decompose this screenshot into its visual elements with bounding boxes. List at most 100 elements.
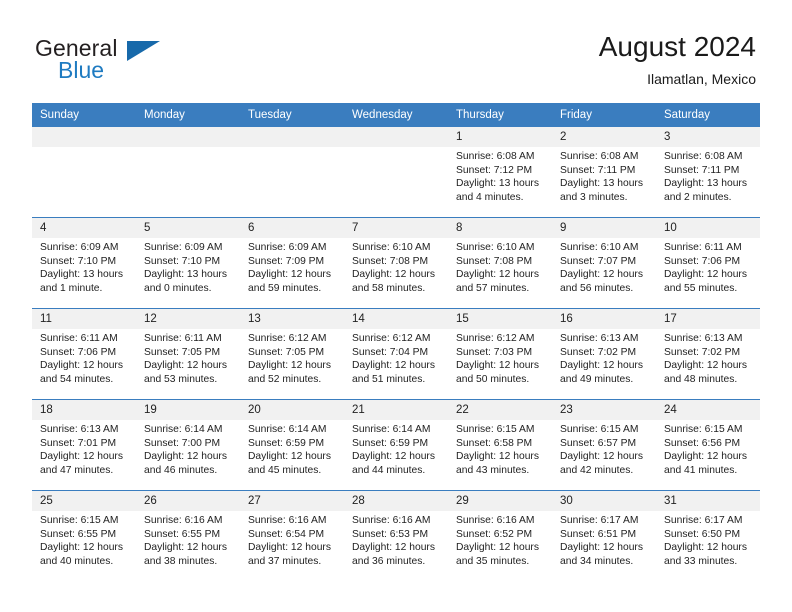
sunset-time: Sunset: 7:10 PM: [40, 255, 117, 267]
sunrise-time: Sunrise: 6:15 AM: [456, 424, 535, 435]
day-number: 16: [552, 309, 656, 329]
calendar-cell-inner: [344, 127, 448, 217]
day-number: 15: [448, 309, 552, 329]
sunset-time: Sunset: 7:10 PM: [144, 255, 221, 267]
sunset-time: Sunset: 7:06 PM: [40, 346, 117, 358]
calendar-day-cell[interactable]: 15 Sunrise: 6:12 AM Sunset: 7:03 PM Dayligh…: [448, 308, 552, 400]
daylight-duration-line1: Daylight: 12 hours: [352, 542, 435, 554]
sunset-time: Sunset: 7:08 PM: [456, 255, 533, 267]
calendar-cell-inner: 24 Sunrise: 6:15 AM Sunset: 6:56 PM Dayligh…: [656, 400, 760, 490]
calendar-day-cell[interactable]: 18 Sunrise: 6:13 AM Sunset: 7:01 PM Dayligh…: [32, 399, 136, 491]
day-number: 4: [32, 218, 136, 238]
day-details: Sunrise: 6:12 AM Sunset: 7:03 PM Daylight:…: [448, 329, 552, 386]
sunset-time: Sunset: 7:04 PM: [352, 346, 429, 358]
sunrise-time: Sunrise: 6:09 AM: [144, 242, 223, 253]
sunset-time: Sunset: 7:07 PM: [560, 255, 637, 267]
daylight-duration-line1: Daylight: 12 hours: [560, 360, 643, 372]
sunrise-time: Sunrise: 6:11 AM: [664, 242, 742, 253]
calendar-day-cell[interactable]: 7 Sunrise: 6:10 AM Sunset: 7:08 PM Daylight…: [344, 217, 448, 309]
day-details: Sunrise: 6:09 AM Sunset: 7:10 PM Daylight:…: [136, 238, 240, 295]
day-details: Sunrise: 6:15 AM Sunset: 6:56 PM Daylight:…: [656, 420, 760, 477]
day-number: 23: [552, 400, 656, 420]
daylight-duration-line2: and 54 minutes.: [40, 373, 114, 385]
day-details: Sunrise: 6:08 AM Sunset: 7:12 PM Daylight:…: [448, 147, 552, 204]
calendar-day-cell[interactable]: 23 Sunrise: 6:15 AM Sunset: 6:57 PM Dayligh…: [552, 399, 656, 491]
day-number: 3: [656, 127, 760, 147]
day-number: 18: [32, 400, 136, 420]
calendar-day-cell[interactable]: 11 Sunrise: 6:11 AM Sunset: 7:06 PM Dayligh…: [32, 308, 136, 400]
sunset-time: Sunset: 7:01 PM: [40, 437, 117, 449]
calendar-cell-empty: [32, 127, 136, 218]
daylight-duration-line1: Daylight: 12 hours: [40, 451, 123, 463]
weekday-header-wednesday: Wednesday: [344, 103, 448, 127]
calendar-day-cell[interactable]: 6 Sunrise: 6:09 AM Sunset: 7:09 PM Daylight…: [240, 217, 344, 309]
day-details: Sunrise: 6:09 AM Sunset: 7:10 PM Daylight:…: [32, 238, 136, 295]
daylight-duration-line2: and 4 minutes.: [456, 191, 524, 203]
day-details: Sunrise: 6:12 AM Sunset: 7:04 PM Daylight:…: [344, 329, 448, 386]
calendar-day-cell[interactable]: 1 Sunrise: 6:08 AM Sunset: 7:12 PM Daylight…: [448, 127, 552, 218]
weekday-header-saturday: Saturday: [656, 103, 760, 127]
calendar-day-cell[interactable]: 9 Sunrise: 6:10 AM Sunset: 7:07 PM Daylight…: [552, 217, 656, 309]
day-number: 19: [136, 400, 240, 420]
calendar-day-cell[interactable]: 22 Sunrise: 6:15 AM Sunset: 6:58 PM Dayligh…: [448, 399, 552, 491]
calendar-cell-inner: 18 Sunrise: 6:13 AM Sunset: 7:01 PM Dayligh…: [32, 400, 136, 490]
calendar-day-cell[interactable]: 2 Sunrise: 6:08 AM Sunset: 7:11 PM Daylight…: [552, 127, 656, 218]
sunset-time: Sunset: 7:12 PM: [456, 164, 533, 176]
calendar-day-cell[interactable]: 31 Sunrise: 6:17 AM Sunset: 6:50 PM Dayligh…: [656, 490, 760, 581]
daylight-duration-line1: Daylight: 12 hours: [664, 269, 747, 281]
daylight-duration-line2: and 40 minutes.: [40, 555, 114, 567]
calendar-table: Sunday Monday Tuesday Wednesday Thursday…: [32, 103, 760, 581]
calendar-day-cell[interactable]: 21 Sunrise: 6:14 AM Sunset: 6:59 PM Dayligh…: [344, 399, 448, 491]
sunrise-time: Sunrise: 6:15 AM: [40, 515, 119, 526]
calendar-day-cell[interactable]: 13 Sunrise: 6:12 AM Sunset: 7:05 PM Dayligh…: [240, 308, 344, 400]
calendar-day-cell[interactable]: 4 Sunrise: 6:09 AM Sunset: 7:10 PM Daylight…: [32, 217, 136, 309]
sunrise-time: Sunrise: 6:12 AM: [352, 333, 431, 344]
sunrise-time: Sunrise: 6:14 AM: [352, 424, 431, 435]
calendar-day-cell[interactable]: 28 Sunrise: 6:16 AM Sunset: 6:53 PM Dayligh…: [344, 490, 448, 581]
day-number: 1: [448, 127, 552, 147]
daylight-duration-line1: Daylight: 12 hours: [248, 542, 331, 554]
calendar-day-cell[interactable]: 8 Sunrise: 6:10 AM Sunset: 7:08 PM Daylight…: [448, 217, 552, 309]
calendar-day-cell[interactable]: 5 Sunrise: 6:09 AM Sunset: 7:10 PM Daylight…: [136, 217, 240, 309]
day-number: 21: [344, 400, 448, 420]
calendar-day-cell[interactable]: 16 Sunrise: 6:13 AM Sunset: 7:02 PM Dayligh…: [552, 308, 656, 400]
calendar-cell-inner: 26 Sunrise: 6:16 AM Sunset: 6:55 PM Dayligh…: [136, 491, 240, 581]
daylight-duration-line1: Daylight: 13 hours: [456, 178, 539, 190]
daylight-duration-line1: Daylight: 13 hours: [144, 269, 227, 281]
weekday-header-tuesday: Tuesday: [240, 103, 344, 127]
day-details: Sunrise: 6:15 AM Sunset: 6:58 PM Daylight:…: [448, 420, 552, 477]
calendar-day-cell[interactable]: 10 Sunrise: 6:11 AM Sunset: 7:06 PM Dayligh…: [656, 217, 760, 309]
calendar-day-cell[interactable]: 25 Sunrise: 6:15 AM Sunset: 6:55 PM Dayligh…: [32, 490, 136, 581]
sunrise-time: Sunrise: 6:10 AM: [456, 242, 535, 253]
day-number: 11: [32, 309, 136, 329]
calendar-day-cell[interactable]: 27 Sunrise: 6:16 AM Sunset: 6:54 PM Dayligh…: [240, 490, 344, 581]
calendar-day-cell[interactable]: 26 Sunrise: 6:16 AM Sunset: 6:55 PM Dayligh…: [136, 490, 240, 581]
brand-logo[interactable]: General Blue: [35, 36, 255, 92]
calendar-day-cell[interactable]: 3 Sunrise: 6:08 AM Sunset: 7:11 PM Daylight…: [656, 127, 760, 218]
daylight-duration-line2: and 59 minutes.: [248, 282, 322, 294]
calendar-day-cell[interactable]: 20 Sunrise: 6:14 AM Sunset: 6:59 PM Dayligh…: [240, 399, 344, 491]
day-details: Sunrise: 6:16 AM Sunset: 6:53 PM Daylight:…: [344, 511, 448, 568]
calendar-day-cell[interactable]: 17 Sunrise: 6:13 AM Sunset: 7:02 PM Dayligh…: [656, 308, 760, 400]
daylight-duration-line2: and 43 minutes.: [456, 464, 530, 476]
sunrise-time: Sunrise: 6:08 AM: [456, 151, 535, 162]
day-details: Sunrise: 6:08 AM Sunset: 7:11 PM Daylight:…: [656, 147, 760, 204]
daylight-duration-line1: Daylight: 12 hours: [352, 451, 435, 463]
sunset-time: Sunset: 6:56 PM: [664, 437, 741, 449]
daylight-duration-line1: Daylight: 12 hours: [40, 542, 123, 554]
calendar-day-cell[interactable]: 30 Sunrise: 6:17 AM Sunset: 6:51 PM Dayligh…: [552, 490, 656, 581]
sunrise-time: Sunrise: 6:11 AM: [40, 333, 118, 344]
day-details: Sunrise: 6:13 AM Sunset: 7:02 PM Daylight:…: [656, 329, 760, 386]
calendar-cell-inner: 15 Sunrise: 6:12 AM Sunset: 7:03 PM Dayligh…: [448, 309, 552, 399]
daylight-duration-line2: and 34 minutes.: [560, 555, 634, 567]
calendar-cell-inner: 27 Sunrise: 6:16 AM Sunset: 6:54 PM Dayligh…: [240, 491, 344, 581]
calendar-day-cell[interactable]: 12 Sunrise: 6:11 AM Sunset: 7:05 PM Dayligh…: [136, 308, 240, 400]
sunrise-time: Sunrise: 6:10 AM: [560, 242, 639, 253]
calendar-day-cell[interactable]: 14 Sunrise: 6:12 AM Sunset: 7:04 PM Dayligh…: [344, 308, 448, 400]
calendar-day-cell[interactable]: 19 Sunrise: 6:14 AM Sunset: 7:00 PM Dayligh…: [136, 399, 240, 491]
calendar-day-cell[interactable]: 29 Sunrise: 6:16 AM Sunset: 6:52 PM Dayligh…: [448, 490, 552, 581]
daylight-duration-line2: and 57 minutes.: [456, 282, 530, 294]
calendar-day-cell[interactable]: 24 Sunrise: 6:15 AM Sunset: 6:56 PM Dayligh…: [656, 399, 760, 491]
day-details: Sunrise: 6:11 AM Sunset: 7:06 PM Daylight:…: [32, 329, 136, 386]
triangle-logo-icon: [127, 41, 160, 61]
